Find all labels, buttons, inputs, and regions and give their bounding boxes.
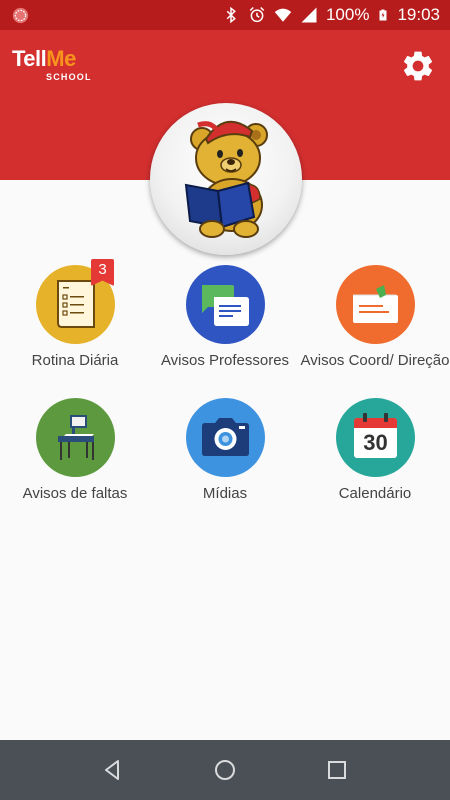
logo-text-school: SCHOOL [46, 72, 92, 82]
bear-reading-book-icon [184, 120, 268, 238]
logo-text-me: Me [46, 46, 76, 71]
wifi-icon [274, 8, 292, 22]
bluetooth-icon [226, 6, 236, 24]
status-bar: 100% 19:03 [0, 0, 450, 30]
school-desk-icon [58, 415, 94, 460]
menu-avisos-professores[interactable]: Avisos Professores [150, 265, 300, 385]
midias-circle [186, 398, 265, 477]
gear-icon[interactable] [400, 48, 436, 84]
menu-label: Rotina Diária [31, 352, 119, 369]
app-icon [12, 7, 29, 24]
notice-icon [353, 285, 398, 323]
menu-label: Avisos de faltas [22, 485, 128, 502]
menu-midias[interactable]: Mídias [150, 398, 300, 508]
avisos-faltas-circle [36, 398, 115, 477]
recents-icon[interactable] [325, 758, 349, 782]
home-icon[interactable] [213, 758, 237, 782]
avisos-coord-circle [336, 265, 415, 344]
app-logo: TellMe SCHOOL [12, 47, 102, 87]
menu-calendario[interactable]: 30 Calendário [300, 398, 450, 508]
school-avatar [150, 103, 302, 255]
menu-label: Avisos Professores [160, 352, 290, 369]
calendario-circle: 30 [336, 398, 415, 477]
back-icon[interactable] [101, 758, 125, 782]
camera-icon [202, 418, 249, 456]
menu-label: Calendário [338, 485, 412, 502]
chat-bubbles-icon [202, 285, 249, 326]
battery-percent: 100% [325, 5, 370, 24]
signal-icon [301, 7, 317, 23]
alarm-icon [249, 6, 265, 23]
calendar-day: 30 [363, 430, 388, 455]
menu-label: Mídias [202, 485, 248, 502]
menu-avisos-coord-direcao[interactable]: Avisos Coord/ Direção [300, 265, 450, 385]
battery-icon [379, 9, 387, 21]
system-nav-bar [0, 740, 450, 800]
clock: 19:03 [397, 5, 440, 24]
menu-label: Avisos Coord/ Direção [300, 352, 450, 369]
menu-avisos-de-faltas[interactable]: Avisos de faltas [0, 398, 150, 508]
logo-text-tell: Tell [12, 46, 47, 71]
avisos-professores-circle [186, 265, 265, 344]
menu-rotina-diaria[interactable]: 3 Rotina Diária [0, 259, 150, 385]
